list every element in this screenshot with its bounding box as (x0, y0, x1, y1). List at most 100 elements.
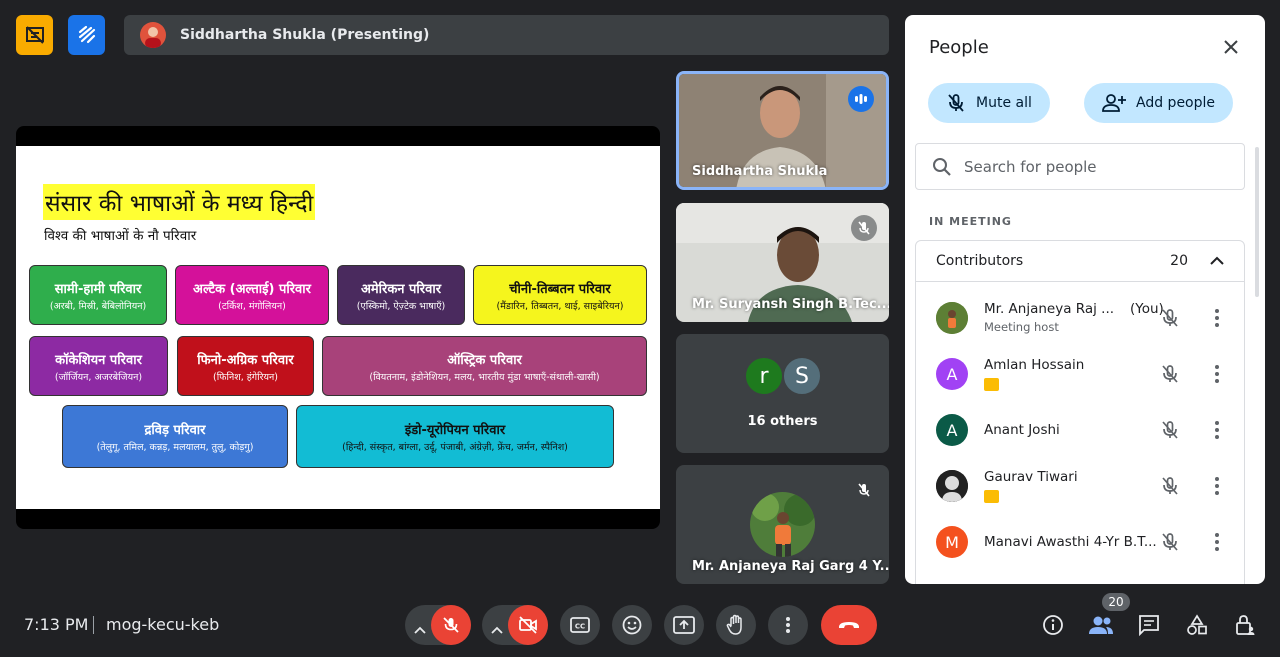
language-family-name: कॉकेशियन परिवार (55, 352, 142, 368)
contributors-group: Contributors 20 Mr. Anjaneya Raj ... (You… (915, 240, 1245, 584)
language-family-box: अल्टैक (अल्ताई) परिवार (टर्किश, मंगोलियन) (175, 265, 329, 325)
participant-tile-others[interactable]: r S 16 others (676, 334, 889, 453)
language-family-box: फिनो-अग्रिक परिवार (फिनिश, हंगेरियन) (177, 336, 314, 396)
participant-mic-button[interactable] (1158, 306, 1182, 330)
language-family-box: अमेरिकन परिवार (एस्किमो, ऐज़्टेक भाषाएँ) (337, 265, 465, 325)
chat-button[interactable] (1136, 612, 1162, 638)
participant-avatar-photo (750, 492, 815, 557)
close-panel-button[interactable] (1219, 35, 1243, 59)
language-family-box: द्रविड़ परिवार (तेलुगू, तमिल, कन्नड़, मलय… (62, 405, 288, 468)
participant-name: Manavi Awasthi 4-Yr B.T... (984, 534, 1157, 550)
language-family-name: ऑस्ट्रिक परिवार (447, 352, 522, 368)
presenting-banner: Siddhartha Shukla (Presenting) (124, 15, 889, 55)
add-people-label: Add people (1136, 95, 1216, 111)
svg-text:CC: CC (575, 623, 585, 631)
slide-content: संसार की भाषाओं के मध्य हिन्दी विश्व की … (16, 146, 660, 509)
participant-tile-anjaneya[interactable]: Mr. Anjaneya Raj Garg 4 Y... (676, 465, 889, 584)
participant-mic-button[interactable] (1158, 474, 1182, 498)
language-family-box: चीनी-तिब्बतन परिवार (मैंडारिन, तिब्बतन, थ… (473, 265, 647, 325)
participant-tile-speaker[interactable]: Siddhartha Shukla (676, 71, 889, 190)
activities-button[interactable] (1184, 612, 1210, 638)
language-family-name: इंडो-यूरोपियन परिवार (404, 423, 506, 438)
people-icon (1089, 616, 1113, 634)
participant-more-button[interactable] (1212, 306, 1222, 330)
language-family-examples: (तेलुगू, तमिल, कन्नड़, मलयालम, तुलु, कोड… (96, 442, 254, 453)
chevron-up-icon (414, 626, 426, 634)
participant-name: Mr. Anjaneya Raj ... (984, 301, 1115, 317)
language-family-examples: (हिन्दी, संस्कृत, बांग्ला, उर्दू, पंजाबी… (342, 442, 568, 453)
slide-subtitle: विश्व की भाषाओं के नौ परिवार (44, 228, 197, 244)
search-placeholder: Search for people (964, 157, 1097, 176)
language-family-name: फिनो-अग्रिक परिवार (197, 352, 294, 368)
panel-scrollbar[interactable] (1255, 147, 1259, 297)
search-people-input[interactable]: Search for people (915, 143, 1245, 190)
participant-mic-button[interactable] (1158, 530, 1182, 554)
reactions-button[interactable] (612, 605, 652, 645)
present-screen-icon (673, 616, 695, 634)
captions-button[interactable]: CC (560, 605, 600, 645)
participant-row[interactable]: M Manavi Awasthi 4-Yr B.T... (916, 514, 1246, 570)
muted-mic-icon (851, 215, 877, 241)
add-people-button[interactable]: Add people (1084, 83, 1234, 123)
host-controls-button[interactable] (1232, 612, 1258, 638)
participant-more-button[interactable] (1212, 418, 1222, 442)
section-label: IN MEETING (929, 215, 1012, 228)
participant-more-button[interactable] (1212, 474, 1222, 498)
raise-hand-button[interactable] (716, 605, 756, 645)
people-button[interactable] (1088, 612, 1114, 638)
presentation-view[interactable]: संसार की भाषाओं के मध्य हिन्दी विश्व की … (16, 126, 660, 529)
panel-title: People (929, 37, 989, 58)
leave-call-button[interactable] (821, 605, 877, 645)
participant-avatar: A (936, 358, 968, 390)
mic-toggle-button[interactable] (431, 605, 471, 645)
chevron-up-icon (1210, 256, 1224, 265)
add-person-icon (1102, 94, 1126, 112)
participant-name: Anant Joshi (984, 422, 1060, 438)
hand-icon (726, 614, 742, 635)
language-family-name: सामी-हामी परिवार (54, 281, 142, 297)
present-now-button[interactable] (664, 605, 704, 645)
mic-off-icon (1162, 365, 1178, 383)
participant-mic-button[interactable] (1158, 418, 1182, 442)
meeting-details-button[interactable] (1040, 612, 1066, 638)
more-options-button[interactable] (768, 605, 808, 645)
mic-options-button[interactable] (414, 619, 426, 638)
participant-role: Meeting host (984, 320, 1059, 334)
slash-grid-icon (25, 26, 44, 44)
participant-row[interactable]: Gaurav Tiwari (916, 458, 1246, 514)
language-family-examples: (मैंडारिन, तिब्बतन, थाई, साइबेरियन) (496, 300, 624, 312)
participant-more-button[interactable] (1212, 362, 1222, 386)
camera-options-button[interactable] (491, 619, 503, 638)
contributors-header[interactable]: Contributors 20 (916, 241, 1244, 282)
mic-control-group (405, 605, 471, 645)
mute-all-label: Mute all (976, 95, 1032, 111)
tile-name-speaker: Siddhartha Shukla (692, 164, 828, 179)
tile-name-anjaneya: Mr. Anjaneya Raj Garg 4 Y... (692, 559, 889, 574)
divider (93, 616, 94, 634)
language-family-examples: (वियतनाम, इंडोनेशियन, मलय, भारतीय मुंडा … (369, 371, 600, 383)
emoji-icon (622, 615, 642, 635)
participant-row[interactable]: Mr. Anjaneya Raj ... (You) Meeting host (916, 290, 1246, 346)
participant-mic-button[interactable] (1158, 362, 1182, 386)
presenter-avatar (140, 22, 166, 48)
participant-tile-suryansh[interactable]: Mr. Suryansh Singh B.Tec... (676, 203, 889, 322)
whiteboard-icon-button[interactable] (68, 15, 105, 55)
participant-row[interactable]: A Amlan Hossain (916, 346, 1246, 402)
language-family-box: सामी-हामी परिवार (अरबी, मिस्री, बेबिलोनिय… (29, 265, 167, 325)
camera-toggle-button[interactable] (508, 605, 548, 645)
captions-off-icon-button[interactable] (16, 15, 53, 55)
participant-avatar (936, 470, 968, 502)
participant-count-badge: 20 (1102, 593, 1130, 611)
mic-off-icon (1162, 309, 1178, 327)
meeting-code: mog-kecu-keb (106, 615, 220, 634)
participant-row[interactable]: A Anant Joshi (916, 402, 1246, 458)
participant-more-button[interactable] (1212, 530, 1222, 554)
language-family-box: इंडो-यूरोपियन परिवार (हिन्दी, संस्कृत, बा… (296, 405, 614, 468)
language-family-box: ऑस्ट्रिक परिवार (वियतनाम, इंडोनेशियन, मलय… (322, 336, 647, 396)
mic-off-icon (948, 94, 964, 112)
camera-control-group (482, 605, 548, 645)
language-family-examples: (अरबी, मिस्री, बेबिलोनियन) (49, 300, 147, 312)
mute-all-button[interactable]: Mute all (928, 83, 1050, 123)
hang-up-icon (839, 622, 859, 628)
slide-title: संसार की भाषाओं के मध्य हिन्दी (43, 184, 316, 220)
